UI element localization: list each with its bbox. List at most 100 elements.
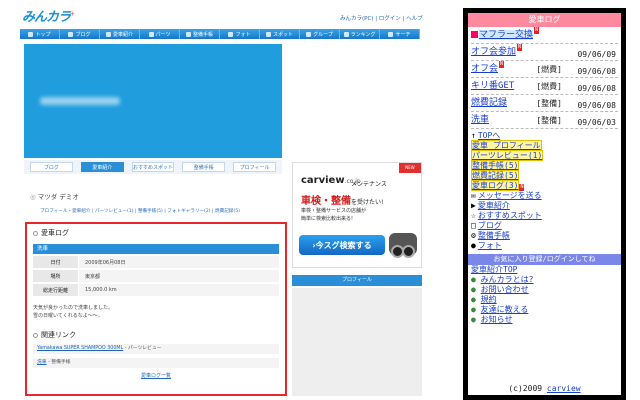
profile-tab[interactable]: おすすめスポット	[131, 162, 175, 172]
mobile-log-tag: [整備]	[536, 99, 562, 108]
menu-glyph-icon: ●	[471, 241, 476, 250]
pencil-icon	[68, 31, 74, 37]
mobile-menu-label[interactable]: 愛車ログ(3)	[471, 180, 520, 191]
ad-new-ribbon: NEW	[399, 163, 421, 173]
mobile-log-row[interactable]: オフ会 N [燃費] 09/06/08	[471, 61, 618, 78]
nav-item[interactable]: グループ	[300, 29, 340, 39]
nav-item[interactable]: フォト	[220, 29, 260, 39]
mobile-log-row[interactable]: 燃費記録 [整備] 09/06/08	[471, 95, 618, 112]
mobile-log-date: 09/06/08	[577, 84, 616, 93]
mobile-log-row[interactable]: オフ会参加 N 09/06/09	[471, 44, 618, 61]
mobile-log-date: 09/06/09	[577, 50, 616, 59]
related-link[interactable]: 洗車	[37, 360, 47, 365]
mobile-log-date: 09/06/08	[577, 67, 616, 76]
nav-label: 整備手帳	[192, 31, 213, 38]
mobile-footer-link[interactable]: 愛車紹介TOP	[471, 265, 517, 274]
log-detail-row: 場所 東京都	[33, 270, 279, 282]
related-link[interactable]: Yamakawa SUPER SHAMPOO 300ML	[37, 346, 123, 351]
carview-link[interactable]: carview	[547, 384, 581, 393]
mobile-footer-link[interactable]: お問い合わせ	[481, 285, 529, 294]
mobile-footer-link[interactable]: 規約	[481, 295, 497, 304]
related-link-row: 洗車 - 整備手帳	[33, 358, 279, 368]
menu-glyph-icon: □	[471, 221, 476, 230]
blurred-username	[40, 97, 120, 105]
mobile-footer-link-row[interactable]: ● みんカラとは?	[471, 275, 618, 285]
nav-item[interactable]: スポット	[260, 29, 300, 39]
mobile-log-row[interactable]: キリ番GET [燃費] 09/06/08	[471, 78, 618, 95]
mobile-menu-label[interactable]: メッセージを送る	[478, 191, 542, 200]
related-link-type: - パーツレビュー	[123, 346, 162, 351]
nav-item[interactable]: トップ	[20, 29, 60, 39]
nav-item[interactable]: パーツ	[140, 29, 180, 39]
circle-bullet-icon	[33, 230, 38, 236]
mobile-log-title[interactable]: オフ会参加	[471, 47, 516, 57]
new-badge-icon: N	[519, 184, 525, 191]
green-dot-icon: ●	[471, 305, 481, 314]
mobile-log-row[interactable]: 洗車 [整備] 09/06/03	[471, 112, 618, 129]
mobile-menu: ↑ TOPへ 愛車 プロフィール パーツレビュー(1) 整備手帳(5) 燃費記録(5) 愛車…	[468, 131, 621, 251]
mobile-log-title[interactable]: 洗車	[471, 115, 489, 125]
mobile-footer-link-row[interactable]: ● お知らせ	[471, 315, 618, 325]
mobile-log-title[interactable]: マフラー交換	[479, 30, 534, 40]
profile-tab[interactable]: 整備手帳	[182, 162, 226, 172]
new-badge-icon: N	[517, 44, 523, 51]
header-links[interactable]: みんカラ(PC) | ログイン | ヘルプ	[340, 14, 423, 22]
mobile-screen: 愛車ログ マフラー交換 N オフ会参加 N 09/06/09 オフ会 N [燃費] 09/06/…	[463, 8, 626, 400]
nav-label: トップ	[35, 31, 51, 38]
green-dot-icon: ●	[471, 315, 481, 324]
car-log-panel: 愛車ログ 洗車 日付 2009年06月08日 場所 東京都 総走行距離 15,000.0 …	[25, 222, 287, 396]
new-badge-icon: N	[499, 61, 505, 68]
mobile-log-title[interactable]: オフ会	[471, 64, 498, 74]
mobile-log-date: 09/06/03	[577, 118, 616, 127]
mobile-log-title[interactable]: キリ番GET	[471, 81, 514, 91]
profile-tab[interactable]: プロフィール	[233, 162, 276, 172]
nav-label: 愛車紹介	[112, 31, 133, 38]
mobile-menu-item[interactable]: ☆ おすすめスポット	[471, 211, 618, 221]
mobile-log-row[interactable]: マフラー交換 N	[471, 27, 618, 44]
mobile-menu-item[interactable]: ▶ 愛車紹介	[471, 201, 618, 211]
mobile-menu-label[interactable]: 愛車紹介	[478, 201, 510, 210]
profile-tab[interactable]: 愛車紹介	[80, 162, 124, 172]
site-logo[interactable]: みんカラ+	[22, 6, 75, 25]
mobile-footer-link[interactable]: 友達に教える	[481, 305, 529, 314]
mobile-menu-item[interactable]: 愛車ログ(3) N	[471, 180, 618, 191]
nav-item[interactable]: サーチ	[380, 29, 420, 39]
mobile-menu-item[interactable]: ● フォト	[471, 241, 618, 251]
mobile-log-title[interactable]: 燃費記録	[471, 98, 507, 108]
log-entry-title[interactable]: 洗車	[33, 244, 279, 254]
mobile-menu-label[interactable]: 整備手帳	[478, 231, 510, 240]
mobile-menu-label[interactable]: ブログ	[478, 221, 502, 230]
nav-label: グループ	[313, 31, 333, 38]
mobile-footer-link-row[interactable]: ● 友達に教える	[471, 305, 618, 315]
mobile-copyright: (c)2009 carview	[508, 384, 581, 393]
mobile-menu-item[interactable]: ✉ メッセージを送る	[471, 191, 618, 201]
profile-section-body	[292, 288, 422, 396]
nav-item[interactable]: 整備手帳	[180, 29, 220, 39]
carview-ad-banner[interactable]: NEW carview.co.jp メンテナンス 車検・整備を受けたい! 車検・…	[292, 162, 422, 268]
car-sub-links[interactable]: プロフィール・愛車紹介 | パーツレビュー(1) | 整備手帳(5) | フォト…	[40, 208, 280, 214]
ad-search-button[interactable]: › 今スグ検索する	[299, 235, 385, 255]
nav-item[interactable]: ブログ	[60, 29, 100, 39]
mobile-menu-label[interactable]: おすすめスポット	[478, 211, 542, 220]
mobile-log-tag: [燃費]	[536, 65, 562, 74]
mobile-footer-link-row[interactable]: ● お問い合わせ	[471, 285, 618, 295]
mobile-login-bar[interactable]: お気に入り登録/ログインしてね	[468, 254, 621, 265]
log-list-link[interactable]: 愛車ログ一覧	[33, 372, 279, 379]
menu-glyph-icon: ☆	[471, 211, 476, 220]
mobile-menu-item[interactable]: ⚙ 整備手帳	[471, 231, 618, 241]
nav-label: ランキング	[350, 31, 376, 38]
circle-bullet-icon	[33, 332, 38, 338]
mobile-log-date: 09/06/08	[577, 101, 616, 110]
nav-label: パーツ	[155, 31, 171, 38]
mobile-footer-link-row[interactable]: 愛車紹介TOP	[471, 265, 618, 275]
nav-item[interactable]: 愛車紹介	[100, 29, 140, 39]
nav-item[interactable]: ランキング	[340, 29, 380, 39]
mobile-footer-link-row[interactable]: ● 規約	[471, 295, 618, 305]
profile-tab[interactable]: ブログ	[30, 162, 73, 172]
mobile-log-list: マフラー交換 N オフ会参加 N 09/06/09 オフ会 N [燃費] 09/06/08 キリ番…	[468, 27, 621, 129]
mobile-footer-link[interactable]: みんカラとは?	[481, 275, 534, 284]
mobile-menu-label[interactable]: フォト	[478, 241, 502, 250]
mobile-menu-label[interactable]: TOPへ	[478, 131, 500, 140]
mobile-footer-link[interactable]: お知らせ	[481, 315, 513, 324]
mobile-menu-item[interactable]: □ ブログ	[471, 221, 618, 231]
